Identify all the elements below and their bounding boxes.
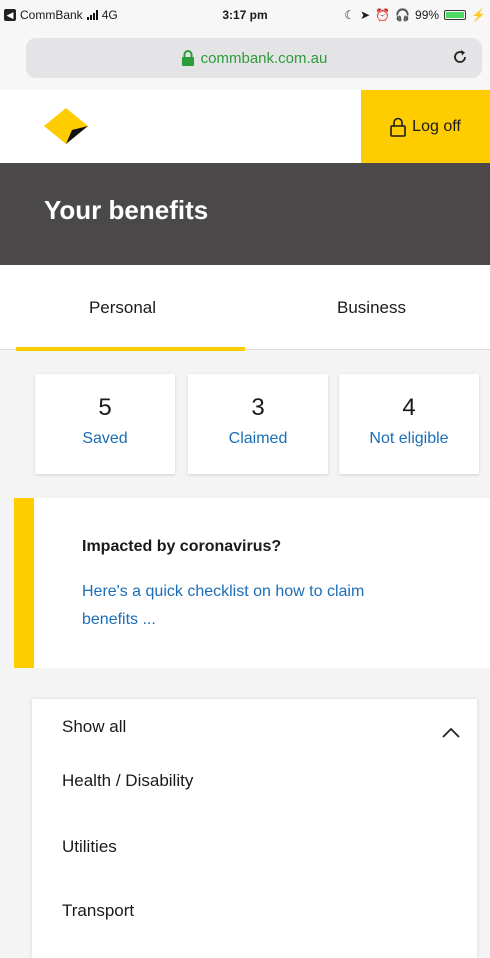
- tab-business[interactable]: Business: [245, 265, 490, 350]
- stat-count: 3: [251, 394, 265, 421]
- back-to-app-icon[interactable]: ◀: [4, 9, 16, 21]
- tab-bar: Personal Business: [0, 265, 490, 351]
- status-left: ◀ CommBank 4G: [4, 8, 204, 22]
- filter-option-utilities[interactable]: Utilities: [62, 837, 117, 857]
- lock-icon: [390, 117, 406, 137]
- network-type: 4G: [101, 8, 118, 22]
- secure-lock-icon: [181, 50, 194, 66]
- stat-saved[interactable]: 5 Saved: [35, 374, 175, 474]
- stat-count: 4: [402, 394, 416, 421]
- stat-label: Not eligible: [369, 430, 449, 447]
- status-bar: ◀ CommBank 4G 3:17 pm ☾ ➤ ⏰ 🎧 99% ⚡: [0, 0, 490, 30]
- signal-icon: [86, 10, 98, 20]
- chevron-up-icon[interactable]: [441, 725, 461, 739]
- carrier-name: CommBank: [20, 8, 83, 22]
- stat-label: Saved: [82, 430, 128, 447]
- tab-personal[interactable]: Personal: [0, 265, 245, 351]
- location-icon: ➤: [360, 8, 371, 22]
- category-filter-dropdown: Show all Health / Disability Utilities T…: [32, 699, 477, 958]
- status-right: ☾ ➤ ⏰ 🎧 99% ⚡: [344, 8, 486, 22]
- stat-claimed[interactable]: 3 Claimed: [188, 374, 328, 474]
- stat-not-eligible[interactable]: 4 Not eligible: [339, 374, 479, 474]
- alarm-icon: ⏰: [375, 8, 391, 22]
- charging-icon: ⚡: [471, 8, 486, 22]
- site-header: Log off: [0, 90, 490, 163]
- logoff-label: Log off: [412, 117, 461, 135]
- filter-option-health[interactable]: Health / Disability: [62, 771, 193, 791]
- battery-icon: [444, 10, 467, 20]
- battery-percent: 99%: [415, 8, 440, 22]
- browser-toolbar: commbank.com.au: [0, 30, 490, 90]
- url-bar[interactable]: commbank.com.au: [26, 38, 482, 78]
- filter-option-transport[interactable]: Transport: [62, 901, 134, 921]
- coronavirus-notice: Impacted by coronavirus? Here's a quick …: [14, 498, 490, 668]
- reload-icon[interactable]: [450, 47, 470, 67]
- commbank-logo[interactable]: [42, 106, 90, 146]
- filter-selected[interactable]: Show all: [62, 717, 126, 737]
- stat-label: Claimed: [228, 430, 288, 447]
- url-text: commbank.com.au: [200, 49, 328, 67]
- logoff-button[interactable]: Log off: [361, 90, 490, 163]
- notice-link[interactable]: Here's a quick checklist on how to claim…: [82, 578, 412, 634]
- notice-title: Impacted by coronavirus?: [82, 538, 282, 555]
- page-title: Your benefits: [44, 195, 209, 225]
- moon-icon: ☾: [344, 8, 356, 22]
- stat-count: 5: [98, 394, 112, 421]
- page-title-bar: Your benefits: [0, 163, 490, 265]
- headphones-icon: 🎧: [395, 8, 411, 22]
- benefit-stats: 5 Saved 3 Claimed 4 Not eligible: [0, 374, 490, 474]
